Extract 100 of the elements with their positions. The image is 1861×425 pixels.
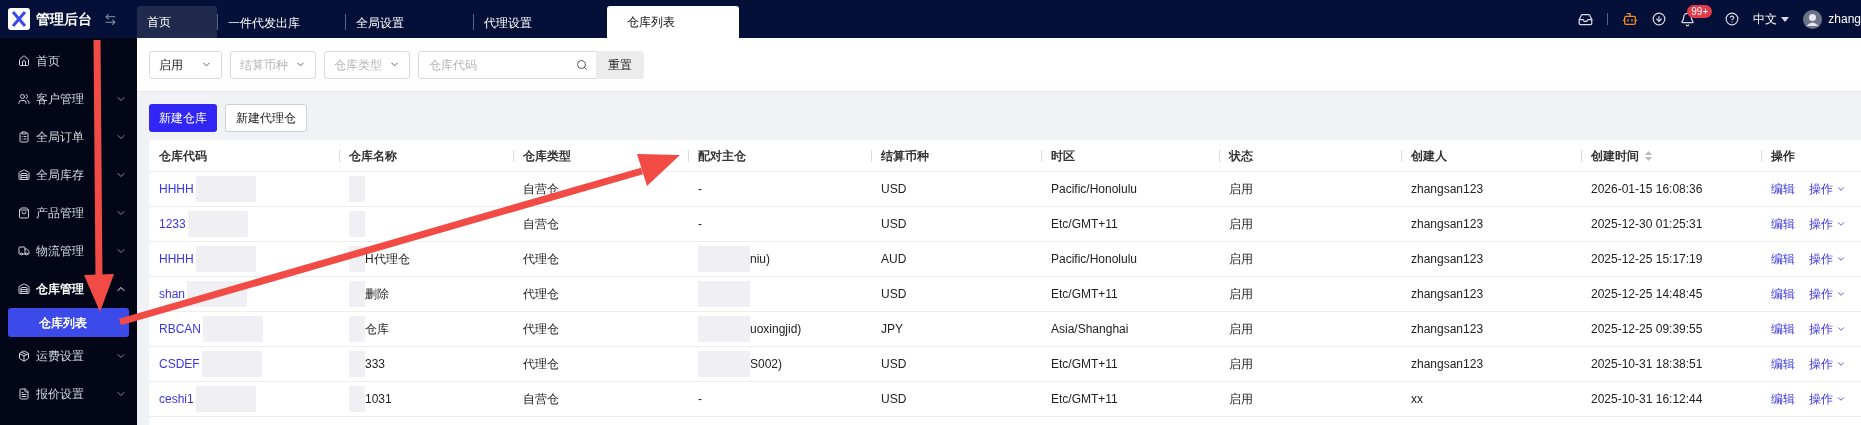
table-cell-text: USD [881,391,907,408]
table-cell-text: AUD [881,251,907,268]
tab[interactable]: 首页 [137,6,217,38]
chevron-down-icon [1836,184,1846,194]
table-cell-text: xx [1411,391,1423,408]
warehouse-code-link[interactable]: 1233 [159,215,186,233]
chevron-down-icon [1836,219,1846,229]
clipboard-icon [18,131,30,143]
table-cell-text: 2025-12-30 01:25:31 [1591,216,1703,233]
box-icon [18,350,30,362]
avatar-icon[interactable] [1803,9,1823,29]
edit-link[interactable]: 编辑 [1771,250,1795,268]
inbox-icon[interactable] [1578,11,1594,27]
sidebar-item[interactable]: 运费设置 [0,337,137,375]
sidebar-item[interactable]: 首页 [0,42,137,80]
sidebar-item[interactable]: 仓库管理 [0,270,137,308]
table-cell-text: 2026-01-15 16:08:36 [1591,181,1703,198]
table-cell-text: 333 [365,356,386,373]
table-cell-text: 2025-12-25 14:48:45 [1591,286,1703,303]
tab[interactable]: 仓库列表 [607,6,739,38]
logo-icon [8,8,30,30]
table-cell-text: Etc/GMT+11 [1051,391,1118,408]
edit-link[interactable]: 编辑 [1771,390,1795,408]
table-cell-text: JPY [881,321,903,338]
action-button[interactable]: 新建代理仓 [225,104,307,132]
users-icon [18,93,30,105]
chevron-down-icon [1836,359,1846,369]
action-button[interactable]: 新建仓库 [149,104,217,132]
edit-link[interactable]: 编辑 [1771,355,1795,373]
table-cell-text: uoxingjid) [750,321,802,338]
table-cell-text: 自营仓 [523,216,559,233]
download-icon[interactable] [1652,12,1667,26]
column-header: 仓库类型 [523,147,571,165]
more-actions-link[interactable]: 操作 [1809,355,1846,373]
table-cell-text: USD [881,356,907,373]
table-cell-text: zhangsan123 [1411,251,1484,268]
reset-button[interactable]: 重置 [596,50,644,79]
more-actions-link[interactable]: 操作 [1809,250,1846,268]
table-cell-text: 删除 [365,286,389,303]
more-actions-link[interactable]: 操作 [1809,285,1846,303]
sidebar-item[interactable]: 全局订单 [0,118,137,156]
select-field[interactable]: 启用 [149,50,222,79]
table-cell-text: 代理仓 [523,251,559,268]
caret-icon [1781,16,1790,22]
more-actions-link[interactable]: 操作 [1809,390,1846,408]
table-cell-text: 启用 [1229,251,1253,268]
edit-link[interactable]: 编辑 [1771,180,1795,198]
more-actions-link[interactable]: 操作 [1809,180,1846,198]
table-cell-text: USD [881,216,907,233]
table-cell-text: Pacific/Honolulu [1051,181,1138,198]
table-cell-text: 启用 [1229,321,1253,338]
sidebar-item[interactable]: 报价设置 [0,375,137,413]
warehouse-code-link[interactable]: shan [159,285,186,303]
table-cell-text: 2025-10-31 18:38:51 [1591,356,1703,373]
warehouse-code-link[interactable]: CSDEF [159,355,200,373]
column-header: 操作 [1771,147,1795,165]
table-cell-text: zhangsan123 [1411,286,1484,303]
tab[interactable]: 一件代发出库 [217,14,345,30]
search-field[interactable]: 仓库代码 [418,50,598,79]
warehouse-code-link[interactable]: HHHH [159,250,194,268]
more-actions-link[interactable]: 操作 [1809,215,1846,233]
table-cell-text: Asia/Shanghai [1051,321,1129,338]
warehouse-icon [18,283,30,295]
table-cell-text: 1031 [365,391,392,408]
table-cell-text: zhangsan123 [1411,181,1484,198]
warehouse-code-link[interactable]: ceshi1 [159,390,194,408]
sidebar-item[interactable]: 全局库存 [0,156,137,194]
table-cell-text: 启用 [1229,391,1253,408]
chevron-down-icon [1836,289,1846,299]
language-select[interactable]: 中文 [1753,10,1790,28]
table-cell-text: 启用 [1229,286,1253,303]
sidebar-item[interactable]: 产品管理 [0,194,137,232]
table-cell-text: 启用 [1229,216,1253,233]
table-cell-text: - [698,216,702,233]
table-cell-text: niu) [750,251,770,268]
sidebar-item[interactable]: 物流管理 [0,232,137,270]
help-icon[interactable] [1725,12,1740,26]
edit-link[interactable]: 编辑 [1771,320,1795,338]
table-cell-text: 自营仓 [523,391,559,408]
column-header[interactable]: 创建时间 [1591,146,1639,165]
user-name[interactable]: zhang [1828,10,1861,28]
warehouse-code-link[interactable]: HHHH [159,180,194,198]
edit-link[interactable]: 编辑 [1771,285,1795,303]
table-cell-text: - [698,181,702,198]
chevron-down-icon [1836,394,1846,404]
table-cell-text: zhangsan123 [1411,321,1484,338]
tab[interactable]: 代理设置 [473,14,601,30]
warehouse-code-link[interactable]: RBCAN [159,320,201,338]
column-header: 时区 [1051,147,1075,165]
sidebar-subitem[interactable]: 仓库列表 [8,308,129,337]
table-cell-text: Etc/GMT+11 [1051,216,1118,233]
robot-icon[interactable] [1622,11,1639,27]
edit-link[interactable]: 编辑 [1771,215,1795,233]
sidebar-item[interactable]: 客户管理 [0,80,137,118]
more-actions-link[interactable]: 操作 [1809,320,1846,338]
bag-icon [18,207,30,219]
table-cell-text: 2025-12-25 09:39:55 [1591,321,1703,338]
notification-badge: 99+ [1687,4,1713,18]
tab[interactable]: 全局设置 [345,14,473,30]
column-header: 状态 [1229,147,1253,165]
